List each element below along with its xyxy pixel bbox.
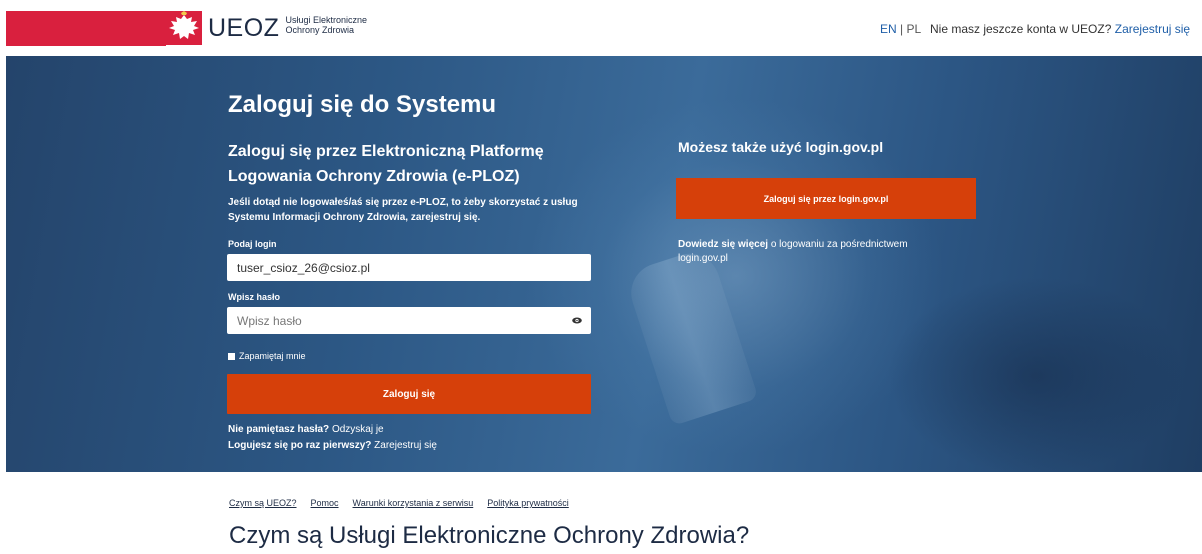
remember-me-checkbox[interactable] [228, 352, 235, 360]
signup-prompt: Nie masz jeszcze konta w UEOZ? Zarejestr… [930, 22, 1190, 36]
first-time-login: Logujesz się po raz pierwszy? Zarejestru… [228, 440, 437, 451]
forgot-password-prefix: Nie pamiętasz hasła? [228, 424, 330, 435]
eploz-subtitle: Zaloguj się przez Elektroniczną Platform… [228, 143, 544, 185]
footer-link-privacy[interactable]: Polityka prywatności [487, 498, 569, 508]
learn-more-link[interactable]: Dowiedz się więcej [678, 239, 768, 250]
alt-login-title: Możesz także użyć login.gov.pl [678, 139, 884, 155]
top-header: UEOZ Usługi Elektroniczne Ochrony Zdrowi… [0, 0, 1202, 56]
login-input[interactable]: tuser_csioz_26@csioz.pl [227, 254, 591, 281]
remember-me[interactable]: Zapamiętaj mnie [228, 351, 306, 361]
first-time-register-link[interactable]: Zarejestruj się [374, 440, 437, 451]
login-gov-button[interactable]: Zaloguj się przez login.gov.pl [676, 178, 976, 219]
eploz-intro-text: Jeśli dotąd nie logowałeś/aś się przez e… [228, 197, 578, 223]
remember-me-label: Zapamiętaj mnie [239, 351, 306, 361]
footer-link-terms[interactable]: Warunki korzystania z serwisu [353, 498, 474, 508]
logo-subtitle-line1: Usługi Elektroniczne [285, 15, 367, 25]
footer-link-what-is-ueoz[interactable]: Czym są UEOZ? [229, 498, 297, 508]
login-label: Podaj login [228, 239, 277, 249]
language-switcher: EN | PL [880, 22, 921, 36]
section-title: Czym są Usługi Elektroniczne Ochrony Zdr… [229, 522, 750, 549]
page-title: Zaloguj się do Systemu [228, 91, 497, 118]
first-time-prefix: Logujesz się po raz pierwszy? [228, 440, 372, 451]
login-hero: Zaloguj się do Systemu Zaloguj się przez… [6, 56, 1202, 472]
footer-nav: Czym są UEOZ? Pomoc Warunki korzystania … [229, 498, 569, 508]
logo-subtitle-line2: Ochrony Zdrowia [285, 25, 354, 35]
lang-pl-current[interactable]: PL [906, 22, 921, 36]
recover-password-link[interactable]: Odzyskaj je [332, 424, 384, 435]
footer-link-help[interactable]: Pomoc [311, 498, 339, 508]
logo-text: UEOZ [208, 13, 280, 42]
signup-prompt-text: Nie masz jeszcze konta w UEOZ? [930, 22, 1112, 36]
brand-red-band [6, 11, 166, 46]
forgot-password: Nie pamiętasz hasła? Odzyskaj je [228, 424, 384, 435]
lang-en-link[interactable]: EN [880, 22, 897, 36]
login-submit-button[interactable]: Zaloguj się [227, 374, 591, 414]
eagle-emblem-icon [166, 11, 202, 45]
password-placeholder: Wpisz hasło [237, 313, 302, 328]
password-input[interactable]: Wpisz hasło [227, 307, 591, 334]
header-register-link[interactable]: Zarejestruj się [1115, 22, 1190, 36]
lang-separator: | [896, 22, 907, 36]
eye-icon[interactable] [572, 316, 582, 325]
hero-background-shadow [886, 276, 1186, 472]
learn-more-text: Dowiedz się więcej o logowaniu za pośred… [678, 238, 958, 266]
ueoz-logo[interactable]: UEOZ Usługi Elektroniczne Ochrony Zdrowi… [166, 10, 367, 46]
password-label: Wpisz hasło [228, 292, 281, 302]
logo-subtitle: Usługi Elektroniczne Ochrony Zdrowia [285, 15, 367, 35]
